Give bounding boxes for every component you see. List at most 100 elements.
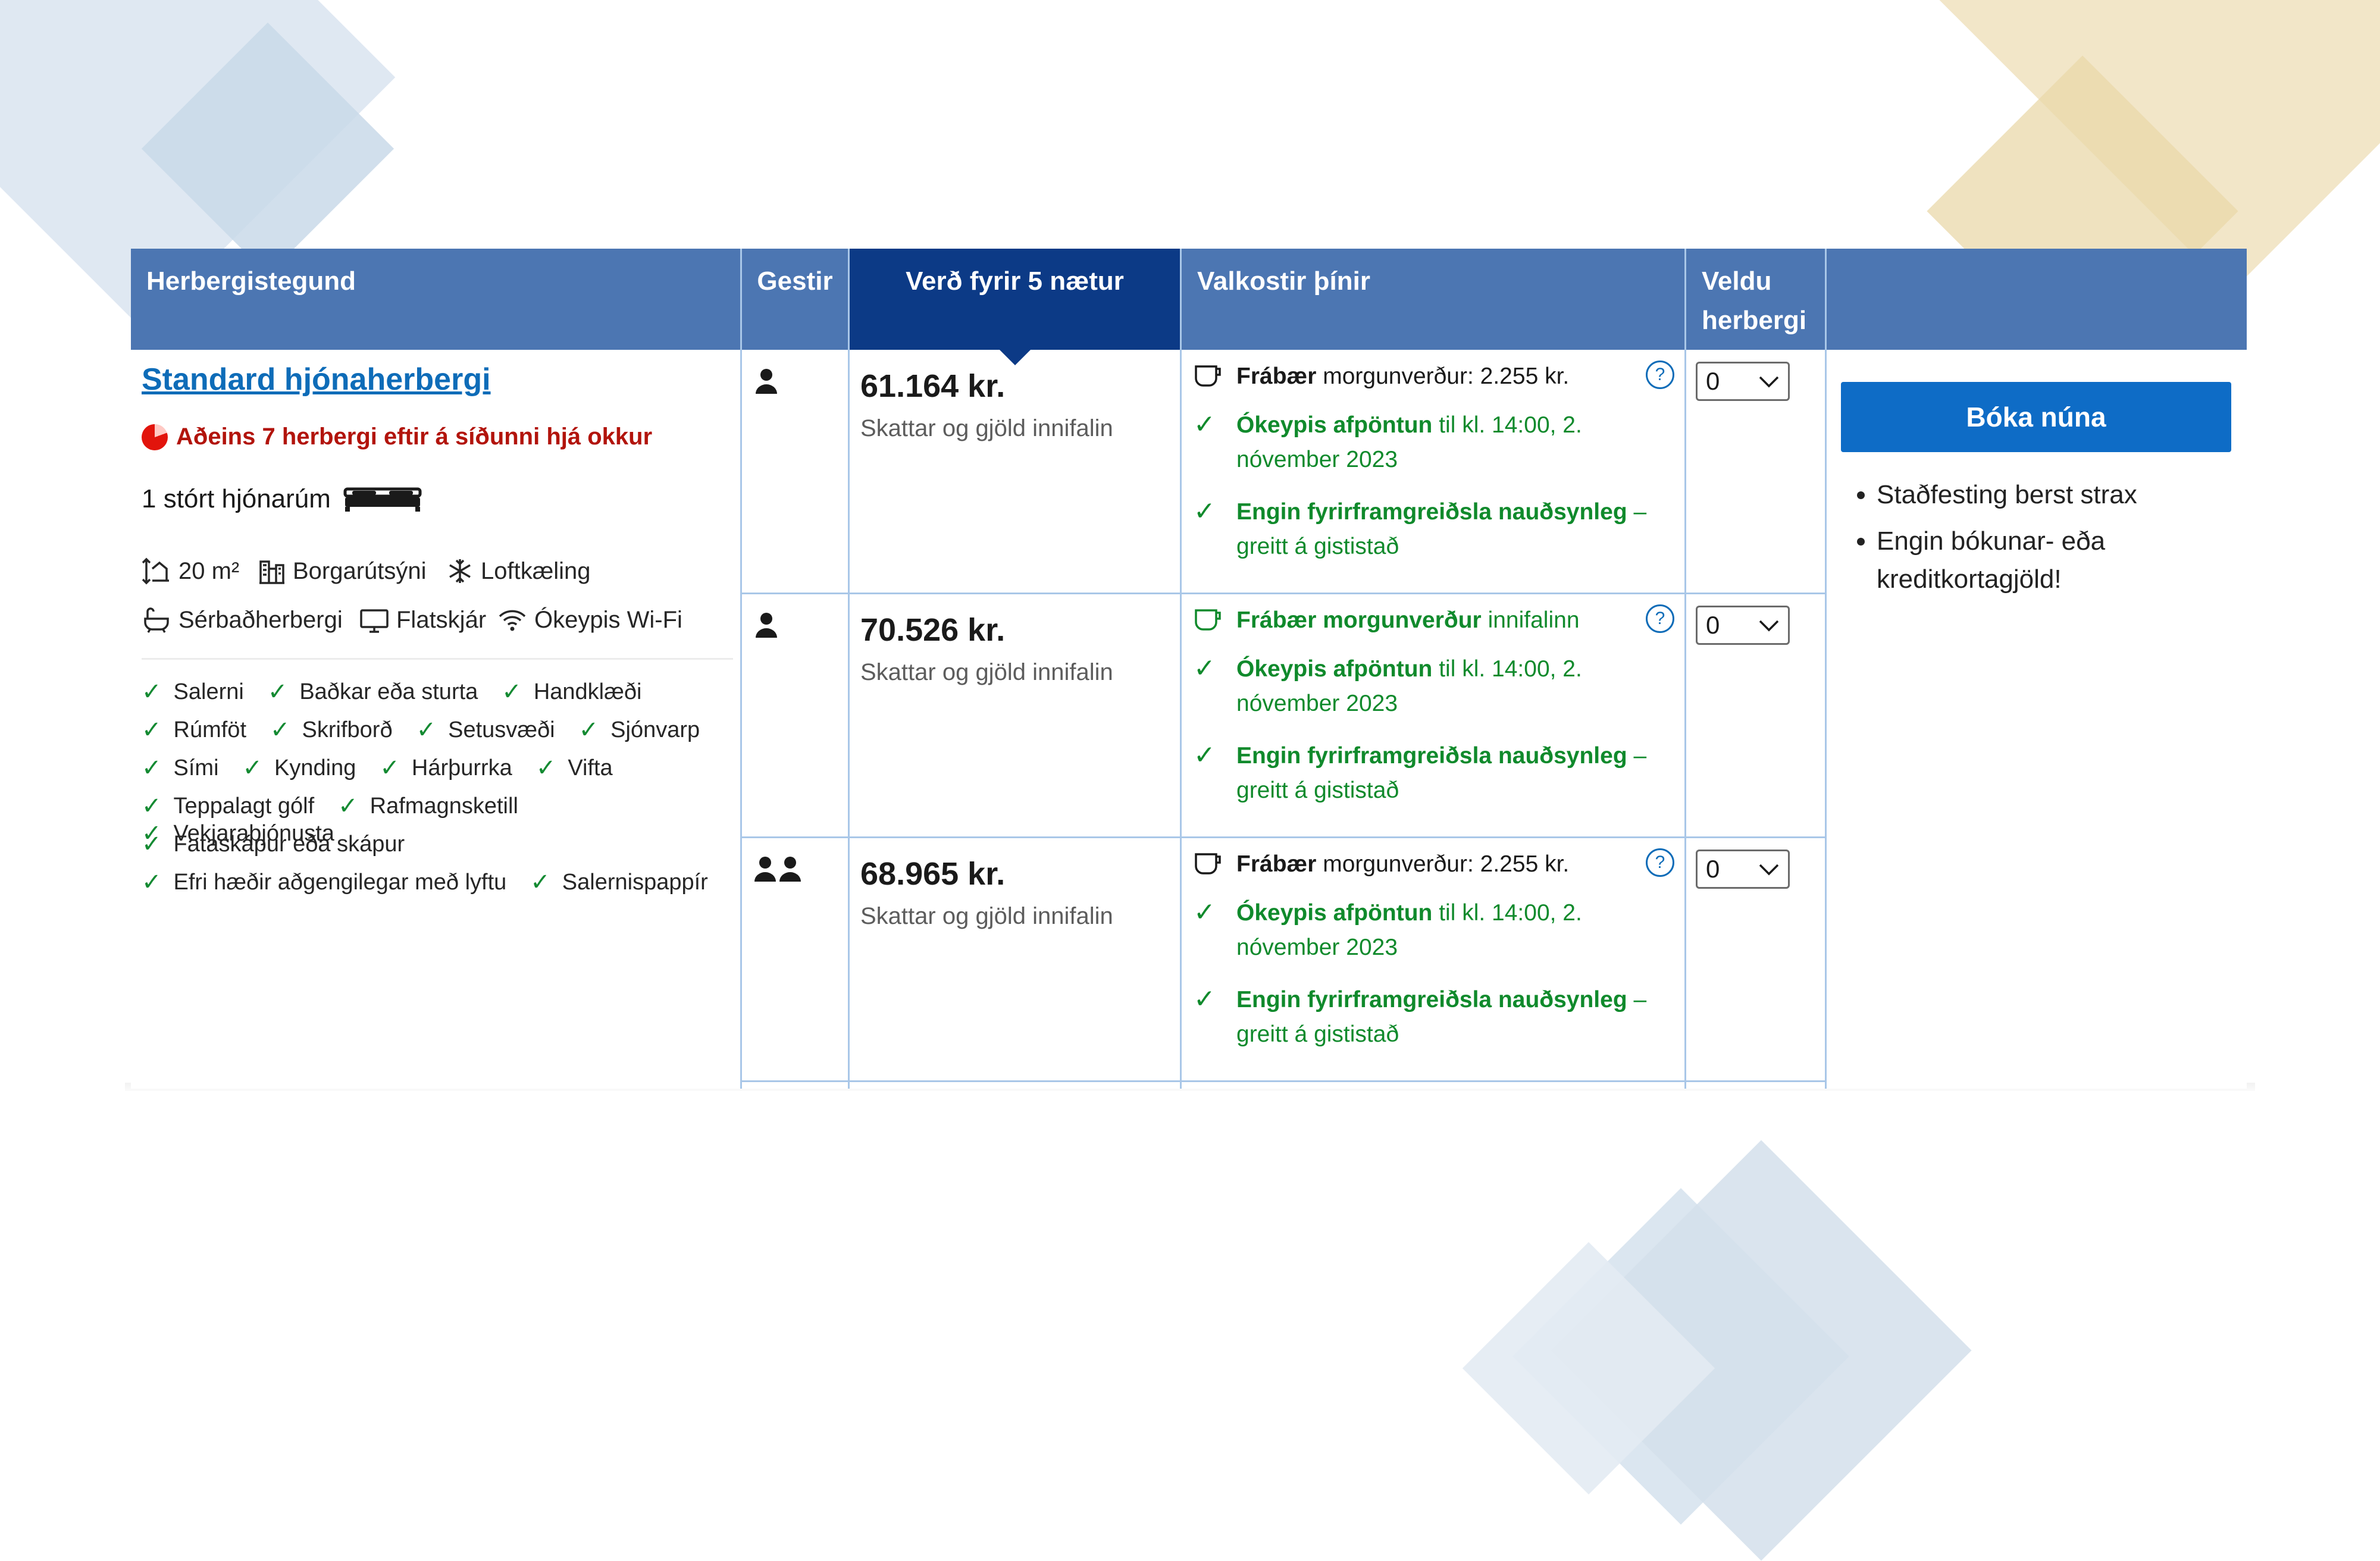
amenities-line: ✓ Rúmföt ✓ Skrifborð ✓ Setusvæði ✓ Sjónvarp <box>142 716 737 744</box>
price-value: 70.526 kr. <box>860 612 1006 648</box>
check-icon: ✓ <box>380 755 400 781</box>
check-icon: ✓ <box>1194 898 1216 927</box>
price-value: 61.164 kr. <box>860 368 1006 404</box>
book-now-button[interactable]: Bóka núna <box>1841 382 2231 452</box>
availability-warning: Aðeins 7 herbergi eftir á síðunni hjá ok… <box>142 424 652 450</box>
scarcity-icon <box>142 424 168 450</box>
cancel-bold: Ókeypis afpöntun <box>1236 412 1433 438</box>
check-icon: ✓ <box>267 679 288 705</box>
price-value: 68.965 kr. <box>860 856 1006 892</box>
amenity-item: ✓ Kynding <box>242 755 356 781</box>
prepay-bold: Engin fyrirframgreiðsla nauðsynleg <box>1236 743 1627 769</box>
bed-info: 1 stórt hjónarúm <box>142 484 422 514</box>
header-price-label: Verð fyrir 5 nætur <box>906 267 1124 296</box>
tax-note: Skattar og gjöld innifalin <box>860 415 1113 441</box>
breakfast-bold: Frábær morgunverður <box>1236 607 1482 633</box>
chevron-down-icon <box>1759 864 1779 876</box>
benefit-item: Staðfesting berst strax <box>1877 476 2257 514</box>
breakfast-option: Frábær morgunverður: 2.255 kr. <box>1194 359 1670 401</box>
header-price[interactable]: Verð fyrir 5 nætur <box>850 249 1180 365</box>
breakfast-rest: innifalinn <box>1481 607 1580 633</box>
amenity-item: ✓ Fataskápur eða skápur <box>142 831 405 857</box>
double-bed-icon <box>343 487 422 512</box>
room-quantity-select[interactable]: 0 <box>1696 850 1790 889</box>
row-divider <box>740 1080 1827 1082</box>
room-quantity-select[interactable]: 0 <box>1696 606 1790 645</box>
header-room-type: Herbergistegund <box>131 249 740 350</box>
amenity-item: ✓ Sími <box>142 755 219 781</box>
check-icon: ✓ <box>1194 741 1216 770</box>
amenity-item: ✓ Efri hæðir aðgengilegar með lyftu <box>142 869 507 895</box>
select-value: 0 <box>1706 367 1720 395</box>
check-icon: ✓ <box>142 831 162 857</box>
booking-benefits: Staðfesting berst strax Engin bókunar- e… <box>1843 476 2257 607</box>
coffee-cup-icon <box>1195 853 1221 874</box>
feature-flat-tv: Flatskjár <box>359 606 486 634</box>
chevron-down-icon <box>1759 620 1779 632</box>
breakfast-option: Frábær morgunverður innifalinn <box>1194 603 1670 645</box>
two-persons-icon <box>754 857 801 882</box>
amenities-line: ✓ Efri hæðir aðgengilegar með lyftu ✓ Sale… <box>142 869 737 896</box>
tax-note: Skattar og gjöld innifalin <box>860 903 1113 929</box>
check-icon: ✓ <box>1194 410 1216 439</box>
coffee-cup-icon <box>1195 365 1221 387</box>
row-divider <box>740 593 1827 594</box>
column-divider <box>848 249 850 1089</box>
amenity-item: ✓ Baðkar eða sturta <box>267 679 478 705</box>
column-divider <box>1825 249 1827 1089</box>
breakfast-bold: Frábær <box>1236 363 1317 389</box>
breakfast-bold: Frábær <box>1236 851 1317 877</box>
help-icon[interactable]: ? <box>1646 361 1674 389</box>
check-icon: ✓ <box>270 717 290 743</box>
feature-air-conditioning: Loftkæling <box>446 557 591 585</box>
select-value: 0 <box>1706 855 1720 883</box>
feature-free-wifi: Ókeypis Wi-Fi <box>497 606 682 634</box>
room-name-link[interactable]: Standard hjónaherbergi <box>142 362 491 397</box>
prepay-bold: Engin fyrirframgreiðsla nauðsynleg <box>1236 499 1627 525</box>
amenities-line: ✓ Salerni ✓ Baðkar eða sturta ✓ Handklæði <box>142 678 737 706</box>
amenity-item: ✓ Hárþurrka <box>380 755 512 781</box>
bed-text: 1 stórt hjónarúm <box>142 484 331 513</box>
room-quantity-select[interactable]: 0 <box>1696 362 1790 401</box>
chevron-down-icon <box>1759 376 1779 388</box>
room-availability-table: Herbergistegund Gestir Verð fyrir 5 nætu… <box>131 249 2247 1089</box>
amenity-item: ✓ Setusvæði <box>416 717 555 743</box>
sort-pointer-icon <box>998 349 1032 365</box>
amenity-item: ✓ Skrifborð <box>270 717 393 743</box>
amenity-item: ✓ Salerni <box>142 679 244 705</box>
header-select-room: Veldu herbergi <box>1686 249 1825 350</box>
feature-private-bathroom: Sérbaðherbergi <box>142 606 343 634</box>
feature-city-view: Borgarútsýni <box>258 557 427 585</box>
bath-icon <box>144 607 169 633</box>
header-booking <box>1827 249 2247 350</box>
feature-room-size: 20 m² <box>142 557 239 585</box>
cancel-bold: Ókeypis afpöntun <box>1236 656 1433 682</box>
column-divider <box>1684 249 1686 1089</box>
amenities-line: ✓ Sími ✓ Kynding ✓ Hárþurrka ✓ Vifta <box>142 754 737 782</box>
check-icon: ✓ <box>142 717 162 743</box>
prepay-bold: Engin fyrirframgreiðsla nauðsynleg <box>1236 987 1627 1013</box>
help-icon[interactable]: ? <box>1646 848 1674 877</box>
amenity-item: ✓ Rafmagnsketill <box>338 793 518 819</box>
person-icon <box>756 369 777 394</box>
check-icon: ✓ <box>338 793 358 819</box>
feature-label: Sérbaðherbergi <box>178 606 343 633</box>
amenity-item: ✓ Rúmföt <box>142 717 246 743</box>
features-divider <box>142 658 733 660</box>
check-icon: ✓ <box>1194 497 1216 526</box>
help-icon[interactable]: ? <box>1646 604 1674 633</box>
room-size-icon <box>142 557 169 585</box>
check-icon: ✓ <box>530 869 550 895</box>
free-cancellation: ✓ Ókeypis afpöntun til kl. 14:00, 2. nóv… <box>1194 408 1670 479</box>
free-cancellation: ✓ Ókeypis afpöntun til kl. 14:00, 2. nóv… <box>1194 652 1670 723</box>
header-guests: Gestir <box>742 249 848 350</box>
check-icon: ✓ <box>502 679 522 705</box>
header-options: Valkostir þínir <box>1182 249 1684 350</box>
amenity-item: ✓ Salernispappír <box>530 869 708 895</box>
amenity-item: ✓ Sjónvarp <box>578 717 700 743</box>
row-divider <box>740 836 1827 838</box>
snowflake-icon <box>449 559 471 583</box>
check-icon: ✓ <box>1194 985 1216 1014</box>
check-icon: ✓ <box>536 755 556 781</box>
breakfast-rest: morgunverður: 2.255 kr. <box>1316 363 1570 389</box>
